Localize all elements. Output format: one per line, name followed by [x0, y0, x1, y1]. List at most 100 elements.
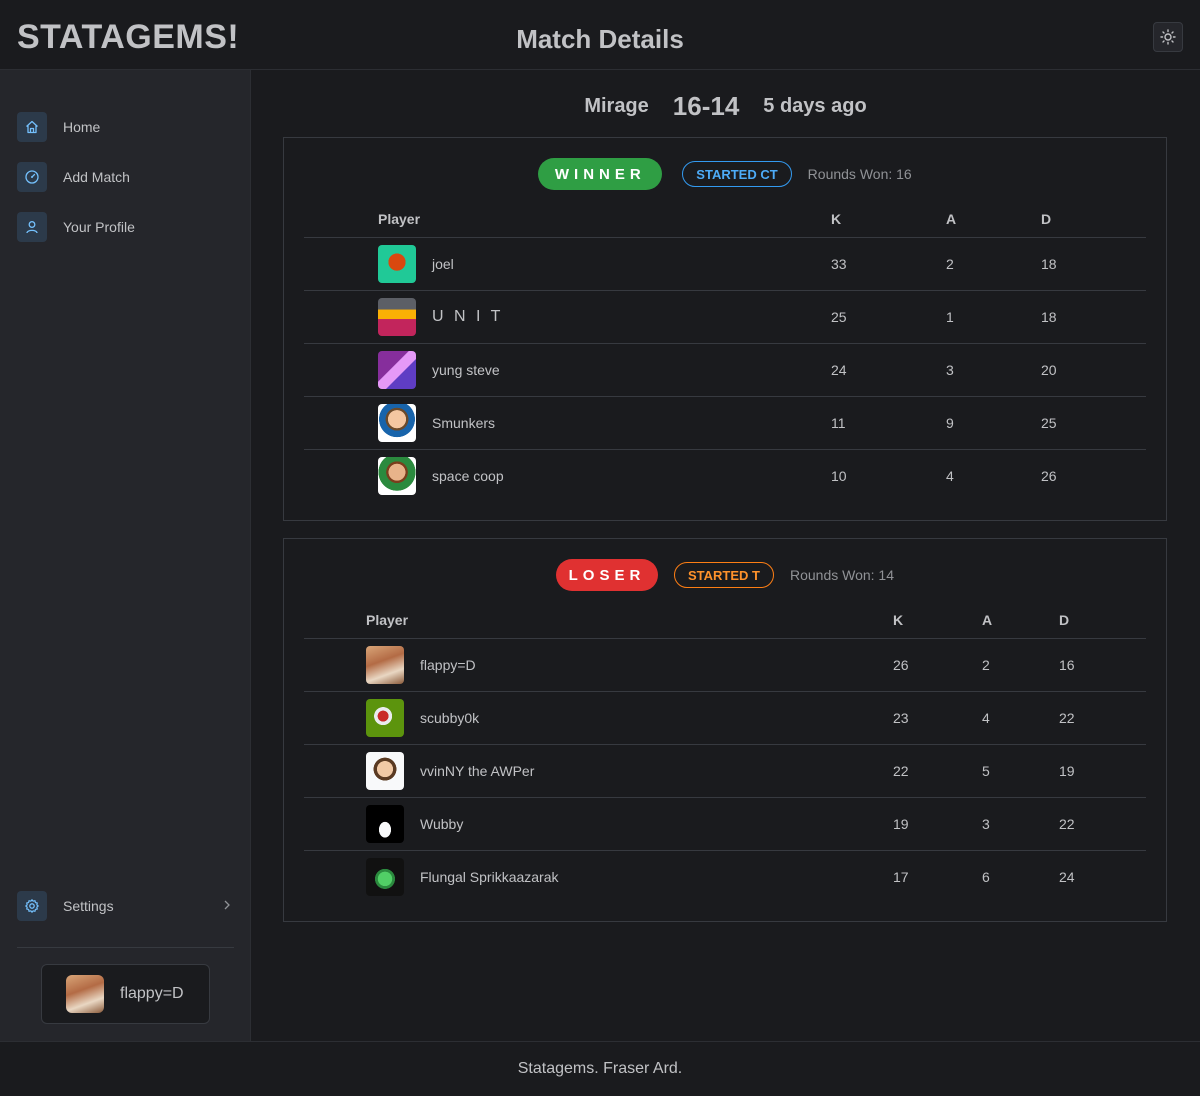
app-footer: Statagems. Fraser Ard.: [0, 1041, 1200, 1096]
team-header: LOSER STARTED T Rounds Won: 14: [284, 559, 1166, 591]
theme-toggle-button[interactable]: [1153, 22, 1183, 52]
player-table: Player K A D joel 33 2 18 U N I T 25 1 1…: [304, 202, 1146, 502]
table-row[interactable]: scubby0k 23 4 22: [304, 691, 1146, 745]
kills-cell: 33: [831, 237, 946, 291]
table-header-row: Player K A D: [304, 202, 1146, 238]
kills-cell: 25: [831, 290, 946, 344]
kills-cell: 10: [831, 467, 847, 484]
assists-cell: 3: [946, 343, 1041, 397]
table-row[interactable]: joel 33 2 18: [304, 237, 1146, 291]
side-badge: STARTED CT: [682, 161, 792, 187]
user-name: flappy=D: [120, 985, 184, 1002]
column-header-player: Player: [378, 202, 831, 238]
column-header-a: A: [982, 603, 1059, 639]
gauge-icon: [17, 162, 47, 192]
user-card[interactable]: flappy=D: [41, 964, 210, 1024]
side-badge: STARTED T: [673, 562, 774, 588]
column-header-d: D: [1041, 202, 1146, 238]
player-avatar: [366, 857, 404, 896]
table-row[interactable]: vvinNY the AWPer 22 5 19: [304, 744, 1146, 798]
deaths-cell: 26: [1041, 467, 1057, 484]
table-row[interactable]: Flungal Sprikkaazarak 17 6 24: [304, 850, 1146, 903]
table-header-row: Player K A D: [304, 603, 1146, 639]
sidebar-item-label: Settings: [63, 898, 114, 914]
player-name[interactable]: space coop: [432, 468, 504, 484]
deaths-cell: 22: [1059, 797, 1146, 851]
player-name[interactable]: yung steve: [432, 362, 500, 378]
table-row[interactable]: space coop 10 4 26: [304, 449, 1146, 502]
deaths-cell: 18: [1041, 290, 1146, 344]
kills-cell: 23: [893, 691, 982, 745]
column-header-a: A: [946, 202, 1041, 238]
assists-cell: 1: [946, 290, 1041, 344]
player-name[interactable]: scubby0k: [420, 710, 479, 726]
player-name[interactable]: vvinNY the AWPer: [420, 763, 534, 779]
page-title: Match Details: [516, 24, 684, 54]
player-name[interactable]: U N I T: [432, 308, 503, 326]
sidebar-item-settings[interactable]: Settings: [17, 891, 237, 921]
match-map: Mirage: [584, 94, 649, 117]
player-name[interactable]: Wubby: [420, 816, 463, 832]
footer-text: Statagems. Fraser Ard.: [517, 1060, 683, 1077]
assists-cell: 2: [982, 638, 1059, 692]
column-header-k: K: [893, 603, 982, 639]
player-avatar: [366, 751, 404, 790]
player-name[interactable]: Smunkers: [432, 415, 495, 431]
player-avatar: [378, 403, 416, 442]
deaths-cell: 22: [1059, 691, 1146, 745]
assists-cell: 4: [982, 691, 1059, 745]
sidebar-item-label: Add Match: [63, 169, 130, 185]
sidebar: Home Add Match Your Profile Settings fla…: [0, 70, 251, 1041]
table-row[interactable]: yung steve 24 3 20: [304, 343, 1146, 397]
player-avatar: [366, 698, 404, 737]
app-header: STATAGEMS! Match Details: [0, 0, 1200, 70]
assists-cell: 3: [982, 797, 1059, 851]
kills-cell: 24: [831, 343, 946, 397]
player-avatar: [366, 804, 404, 843]
kills-cell: 19: [893, 797, 982, 851]
sidebar-item-add-match[interactable]: Add Match: [17, 162, 237, 192]
team-header: WINNER STARTED CT Rounds Won: 16: [284, 158, 1166, 190]
chevron-right-icon: [224, 900, 230, 910]
sidebar-item-your-profile[interactable]: Your Profile: [17, 212, 237, 242]
assists-cell: 9: [946, 396, 1041, 450]
player-avatar: [366, 645, 404, 684]
match-score: 16-14: [672, 90, 740, 121]
deaths-cell: 19: [1059, 744, 1146, 798]
player-name[interactable]: flappy=D: [420, 657, 476, 673]
match-summary: Mirage 16-14 5 days ago: [251, 90, 1200, 122]
table-row[interactable]: flappy=D 26 2 16: [304, 638, 1146, 692]
assists-cell: 5: [982, 744, 1059, 798]
player-name[interactable]: joel: [432, 256, 454, 272]
home-icon: [17, 112, 47, 142]
sidebar-item-label: Home: [63, 119, 101, 135]
sidebar-divider: [17, 947, 234, 948]
user-icon: [17, 212, 47, 242]
player-avatar: [378, 244, 416, 283]
result-badge: WINNER: [538, 158, 663, 190]
column-header-d: D: [1059, 603, 1146, 639]
assists-cell: 4: [946, 467, 954, 484]
table-row[interactable]: Wubby 19 3 22: [304, 797, 1146, 851]
result-badge: LOSER: [555, 559, 658, 591]
team-card-loser: LOSER STARTED T Rounds Won: 14 Player K …: [283, 538, 1167, 922]
sidebar-item-home[interactable]: Home: [17, 112, 237, 142]
gear-icon: [17, 891, 47, 921]
assists-cell: 6: [982, 868, 990, 885]
player-name[interactable]: Flungal Sprikkaazarak: [420, 869, 559, 885]
table-row[interactable]: U N I T 25 1 18: [304, 290, 1146, 344]
deaths-cell: 24: [1059, 868, 1075, 885]
deaths-cell: 25: [1041, 396, 1146, 450]
kills-cell: 26: [893, 638, 982, 692]
kills-cell: 22: [893, 744, 982, 798]
avatar: [66, 975, 104, 1013]
player-avatar: [378, 350, 416, 389]
kills-cell: 11: [831, 396, 946, 450]
table-row[interactable]: Smunkers 11 9 25: [304, 396, 1146, 450]
rounds-won: Rounds Won: 16: [807, 166, 912, 182]
player-avatar: [378, 297, 416, 336]
column-header-k: K: [831, 202, 946, 238]
column-header-player: Player: [366, 603, 893, 639]
deaths-cell: 18: [1041, 237, 1146, 291]
rounds-won: Rounds Won: 14: [789, 567, 894, 583]
